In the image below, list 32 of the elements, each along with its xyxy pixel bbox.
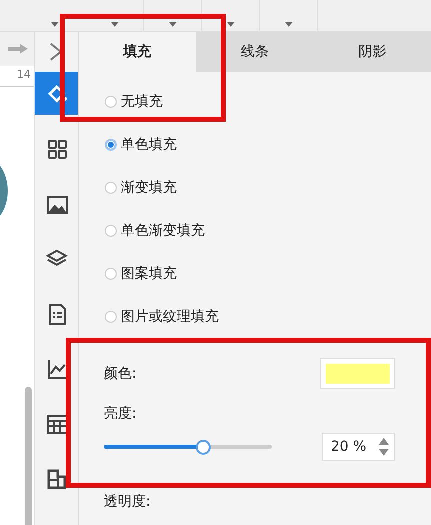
caret-icon[interactable] — [226, 22, 234, 27]
paint-bucket-icon — [46, 82, 68, 104]
color-picker[interactable] — [320, 358, 395, 389]
radio-label[interactable]: 单色填充 — [121, 136, 177, 154]
radio-button[interactable] — [105, 138, 117, 150]
radio-label[interactable]: 单色渐变填充 — [121, 222, 205, 240]
radio-label[interactable]: 图案填充 — [121, 264, 177, 282]
radio-label[interactable]: 图片或纹理填充 — [121, 308, 219, 326]
grid-icon — [46, 138, 68, 160]
radio-label[interactable]: 无填充 — [121, 92, 163, 110]
brightness-label: 亮度: — [103, 405, 138, 423]
transparency-label: 透明度: — [103, 493, 152, 511]
caret-icon[interactable] — [168, 22, 176, 27]
caret-icon[interactable] — [51, 22, 59, 27]
caret-icon[interactable] — [284, 22, 292, 27]
radio-button[interactable] — [105, 310, 117, 322]
radio-button[interactable] — [105, 96, 117, 108]
caret-icon[interactable] — [110, 22, 118, 27]
color-label: 颜色: — [104, 364, 137, 382]
brightness-spinbox[interactable]: 20 % — [322, 433, 395, 461]
radio-button[interactable] — [105, 182, 117, 194]
line-chart-icon — [46, 358, 68, 380]
puzzle-icon — [46, 468, 68, 490]
table-icon — [46, 412, 68, 434]
radio-label[interactable]: 渐变填充 — [121, 178, 177, 196]
tab[interactable]: 阴影 — [314, 32, 431, 72]
radio-button[interactable] — [105, 268, 117, 280]
ruler-number: 14 — [17, 67, 32, 83]
tab[interactable]: 线条 — [196, 32, 314, 72]
brightness-slider[interactable] — [104, 440, 274, 454]
radio-button[interactable] — [105, 224, 117, 236]
slider-thumb[interactable] — [196, 440, 212, 455]
